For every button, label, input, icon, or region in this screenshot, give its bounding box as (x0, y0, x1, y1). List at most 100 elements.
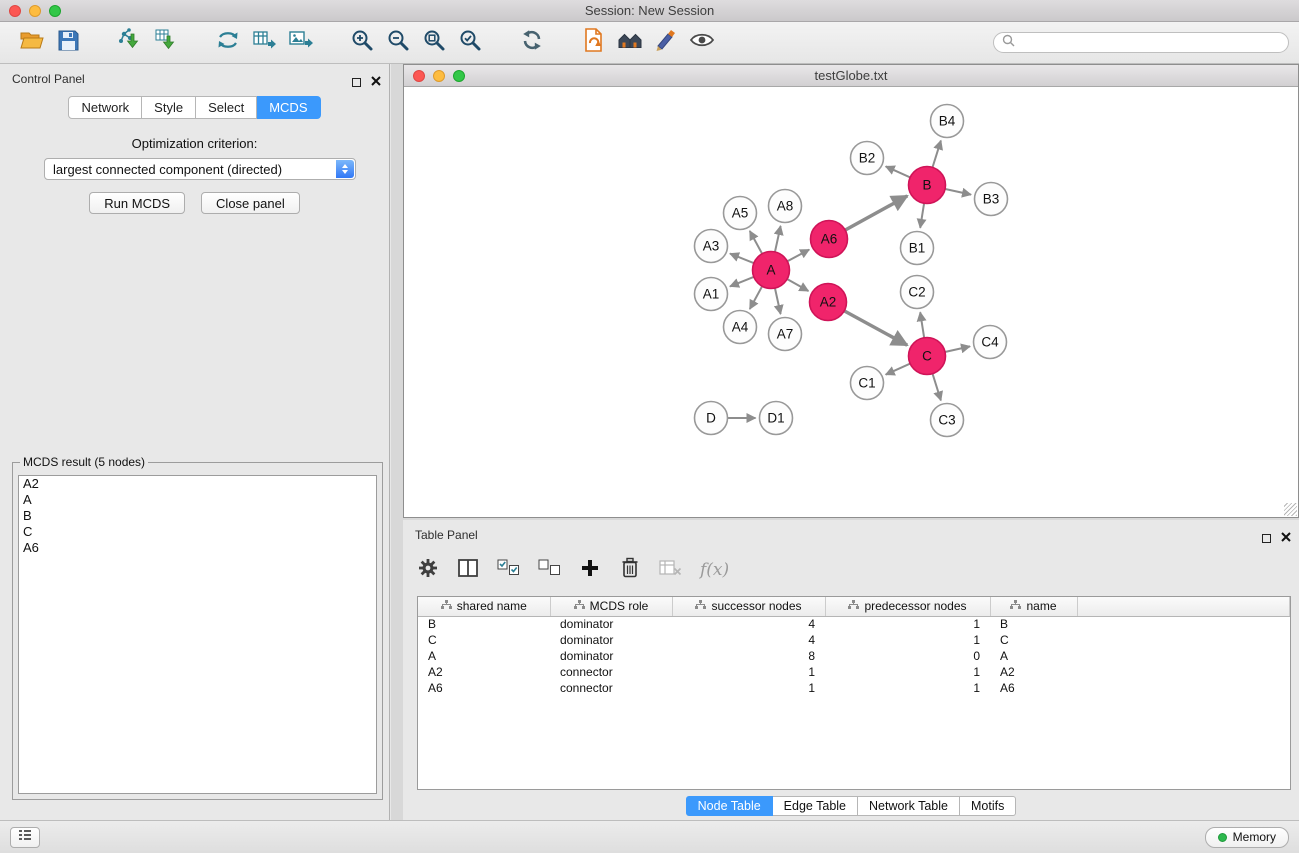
table-cell[interactable]: 8 (672, 648, 825, 664)
close-panel-icon[interactable] (371, 73, 381, 91)
table-cell[interactable]: C (418, 632, 550, 648)
search-input[interactable] (1019, 36, 1280, 50)
column-header-predecessor-nodes[interactable]: predecessor nodes (825, 597, 990, 616)
column-header-MCDS-role[interactable]: MCDS role (550, 597, 672, 616)
table-row[interactable]: Bdominator41B (418, 616, 1290, 632)
first-neighbors-button[interactable] (612, 26, 648, 60)
mcds-result-list[interactable]: A2ABCA6 (18, 475, 377, 794)
network-close-button[interactable] (413, 70, 425, 82)
graph-node-D[interactable]: D (695, 402, 728, 435)
graph-node-C2[interactable]: C2 (901, 276, 934, 309)
network-maximize-button[interactable] (453, 70, 465, 82)
create-column-button[interactable] (579, 557, 601, 583)
graph-node-A2[interactable]: A2 (810, 284, 847, 321)
table-settings-button[interactable] (417, 557, 439, 583)
criterion-select[interactable]: largest connected component (directed) (44, 158, 356, 180)
close-table-panel-icon[interactable] (1281, 529, 1291, 547)
zoom-fit-button[interactable] (416, 26, 452, 60)
table-cell[interactable]: 1 (825, 664, 990, 680)
table-cell[interactable]: C (990, 632, 1077, 648)
table-cell[interactable]: 1 (825, 680, 990, 696)
tab-network-table[interactable]: Network Table (858, 796, 960, 816)
tab-style[interactable]: Style (142, 96, 196, 119)
table-cell[interactable]: 4 (672, 632, 825, 648)
graph-node-A[interactable]: A (753, 252, 790, 289)
table-cell[interactable]: B (990, 616, 1077, 632)
show-details-button[interactable] (684, 26, 720, 60)
close-panel-button[interactable]: Close panel (201, 192, 300, 214)
table-cell[interactable]: A2 (990, 664, 1077, 680)
maximize-window-button[interactable] (49, 5, 61, 17)
import-network-button[interactable] (112, 26, 148, 60)
open-session-button[interactable] (14, 26, 50, 60)
graph-node-B3[interactable]: B3 (975, 183, 1008, 216)
column-header-shared-name[interactable]: shared name (418, 597, 550, 616)
select-all-columns-button[interactable] (497, 557, 520, 583)
mcds-result-item[interactable]: A (19, 492, 376, 508)
table-cell[interactable]: dominator (550, 616, 672, 632)
graph-node-A6[interactable]: A6 (811, 221, 848, 258)
graph-node-B4[interactable]: B4 (931, 105, 964, 138)
refresh-button[interactable] (514, 26, 550, 60)
graph-node-A3[interactable]: A3 (695, 230, 728, 263)
graph-node-B[interactable]: B (909, 167, 946, 204)
run-mcds-button[interactable]: Run MCDS (89, 192, 185, 214)
delete-column-button[interactable] (619, 557, 641, 583)
tab-edge-table[interactable]: Edge Table (773, 796, 858, 816)
search-field[interactable] (993, 32, 1289, 53)
table-cell[interactable]: 1 (672, 680, 825, 696)
network-window-titlebar[interactable]: testGlobe.txt (404, 65, 1298, 87)
table-cell[interactable]: 1 (672, 664, 825, 680)
graph-node-A7[interactable]: A7 (769, 318, 802, 351)
mcds-result-item[interactable]: B (19, 508, 376, 524)
function-builder-button[interactable]: f(x) (700, 557, 729, 583)
save-session-button[interactable] (50, 26, 86, 60)
graph-node-C3[interactable]: C3 (931, 404, 964, 437)
table-cell[interactable]: B (418, 616, 550, 632)
task-list-button[interactable] (10, 827, 40, 848)
table-cell[interactable]: A6 (418, 680, 550, 696)
column-header-name[interactable]: name (990, 597, 1077, 616)
unselect-all-columns-button[interactable] (538, 557, 561, 583)
tab-mcds[interactable]: MCDS (257, 96, 320, 119)
table-cell[interactable]: dominator (550, 648, 672, 664)
tab-select[interactable]: Select (196, 96, 257, 119)
tab-motifs[interactable]: Motifs (960, 796, 1016, 816)
zoom-selected-button[interactable] (452, 26, 488, 60)
graph-node-A1[interactable]: A1 (695, 278, 728, 311)
table-cell[interactable]: 4 (672, 616, 825, 632)
table-cell[interactable]: dominator (550, 632, 672, 648)
table-cell[interactable]: A (990, 648, 1077, 664)
graph-node-A5[interactable]: A5 (724, 197, 757, 230)
table-cell[interactable]: A2 (418, 664, 550, 680)
mcds-result-item[interactable]: A6 (19, 540, 376, 556)
table-cell[interactable]: 0 (825, 648, 990, 664)
export-image-button[interactable] (282, 26, 318, 60)
node-table[interactable]: shared nameMCDS rolesuccessor nodesprede… (417, 596, 1291, 790)
minimize-window-button[interactable] (29, 5, 41, 17)
graph-node-D1[interactable]: D1 (760, 402, 793, 435)
table-row[interactable]: A2connector11A2 (418, 664, 1290, 680)
network-minimize-button[interactable] (433, 70, 445, 82)
table-cell[interactable]: 1 (825, 616, 990, 632)
export-network-button[interactable] (210, 26, 246, 60)
graph-node-B1[interactable]: B1 (901, 232, 934, 265)
table-row[interactable]: Cdominator41C (418, 632, 1290, 648)
window-resize-grip[interactable] (1284, 503, 1297, 516)
paintbrush-button[interactable] (648, 26, 684, 60)
graph-node-C[interactable]: C (909, 338, 946, 375)
close-window-button[interactable] (9, 5, 21, 17)
table-row[interactable]: Adominator80A (418, 648, 1290, 664)
mcds-result-item[interactable]: A2 (19, 476, 376, 492)
graph-node-A8[interactable]: A8 (769, 190, 802, 223)
document-export-button[interactable] (576, 26, 612, 60)
table-cell[interactable]: 1 (825, 632, 990, 648)
zoom-in-button[interactable] (344, 26, 380, 60)
table-cell[interactable]: A (418, 648, 550, 664)
mcds-result-item[interactable]: C (19, 524, 376, 540)
column-header-successor-nodes[interactable]: successor nodes (672, 597, 825, 616)
import-table-button[interactable] (148, 26, 184, 60)
network-canvas[interactable]: B4B2BB3A5A8A6B1A3AA1C2A2A4A7C4CC1C3DD1 (404, 87, 1298, 517)
graph-node-B2[interactable]: B2 (851, 142, 884, 175)
graph-node-A4[interactable]: A4 (724, 311, 757, 344)
